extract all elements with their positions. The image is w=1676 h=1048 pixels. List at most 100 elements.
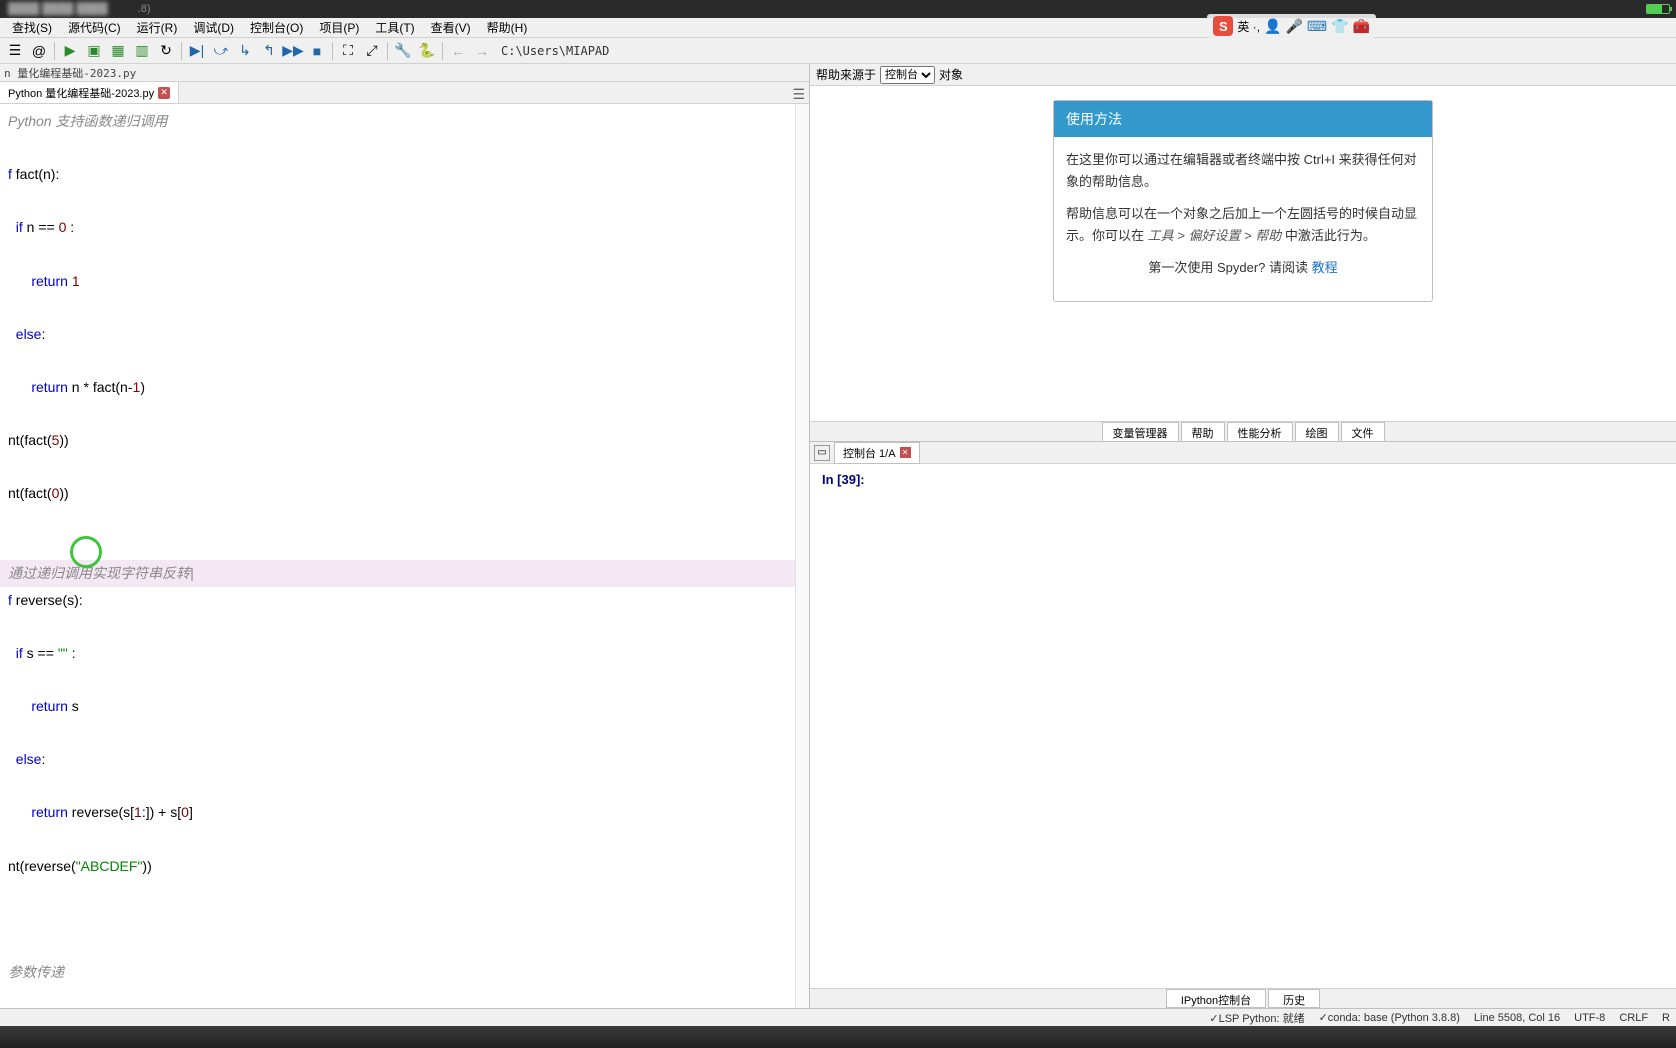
- code-line[interactable]: [0, 906, 809, 933]
- code-line[interactable]: [0, 294, 809, 321]
- code-line[interactable]: [0, 534, 809, 561]
- code-line[interactable]: [0, 454, 809, 481]
- ime-toolbar[interactable]: S 英 ·, 👤 🎤 ⌨ 👕 🧰: [1207, 14, 1376, 38]
- editor-tab[interactable]: Python 量化编程基础-2023.py ✕: [0, 82, 179, 103]
- code-line[interactable]: return n * fact(n-1): [0, 374, 809, 401]
- help-card-title: 使用方法: [1054, 101, 1432, 137]
- menu-help[interactable]: 帮助(H): [479, 17, 536, 38]
- back-icon[interactable]: ←: [447, 40, 469, 62]
- run-selection-icon[interactable]: ▥: [131, 40, 153, 62]
- menu-find[interactable]: 查找(S): [4, 17, 60, 38]
- outline-icon[interactable]: ☰: [4, 40, 26, 62]
- code-line[interactable]: [0, 241, 809, 268]
- status-eol[interactable]: CRLF: [1619, 1012, 1648, 1024]
- code-line[interactable]: if s == "" :: [0, 640, 809, 667]
- code-line[interactable]: 参数传递: [0, 959, 809, 986]
- code-line[interactable]: else:: [0, 321, 809, 348]
- menu-project[interactable]: 项目(P): [311, 17, 367, 38]
- code-line[interactable]: nt(fact(5)): [0, 427, 809, 454]
- code-editor[interactable]: Python 支持函数递归调用 f fact(n): if n == 0 : r…: [0, 104, 809, 1008]
- code-line[interactable]: f reverse(s):: [0, 587, 809, 614]
- code-line[interactable]: [0, 613, 809, 640]
- code-line[interactable]: [0, 347, 809, 374]
- code-line[interactable]: 通过递归调用实现字符串反转|: [0, 560, 809, 587]
- code-line[interactable]: [0, 135, 809, 162]
- editor-pane: n 量化编程基础-2023.py Python 量化编程基础-2023.py ✕…: [0, 64, 810, 1008]
- menu-view[interactable]: 查看(V): [423, 17, 479, 38]
- console-tab[interactable]: 控制台 1/A ✕: [834, 442, 920, 464]
- status-encoding[interactable]: UTF-8: [1574, 1012, 1605, 1024]
- tab-files[interactable]: 文件: [1341, 422, 1385, 441]
- continue-icon[interactable]: ▶▶: [282, 40, 304, 62]
- console-browse-icon[interactable]: ▭: [814, 445, 830, 461]
- run-cell-advance-icon[interactable]: ▦: [107, 40, 129, 62]
- menu-console[interactable]: 控制台(O): [242, 17, 311, 38]
- fullscreen-icon[interactable]: ⤢: [361, 40, 383, 62]
- tab-help[interactable]: 帮助: [1181, 422, 1225, 441]
- code-line[interactable]: [0, 879, 809, 906]
- mic-icon[interactable]: 🎤: [1285, 18, 1302, 35]
- code-line[interactable]: [0, 720, 809, 747]
- run-icon[interactable]: ▶: [59, 40, 81, 62]
- user-icon[interactable]: 👤: [1264, 18, 1281, 35]
- tutorial-link[interactable]: 教程: [1312, 260, 1338, 275]
- code-line[interactable]: else:: [0, 746, 809, 773]
- menu-tools[interactable]: 工具(T): [367, 17, 422, 38]
- step-out-icon[interactable]: ↰: [258, 40, 280, 62]
- preferences-icon[interactable]: 🔧: [392, 40, 414, 62]
- title-blur: ████ ████ ████: [8, 3, 108, 15]
- menu-debug[interactable]: 调试(D): [185, 17, 242, 38]
- debug-icon[interactable]: ▶|: [186, 40, 208, 62]
- toolbox-icon[interactable]: 🧰: [1353, 18, 1370, 35]
- status-rw[interactable]: R: [1662, 1012, 1670, 1024]
- help-p2: 帮助信息可以在一个对象之后加上一个左圆括号的时候自动显示。你可以在 工具 > 偏…: [1066, 203, 1420, 247]
- code-line[interactable]: return s: [0, 693, 809, 720]
- maximize-icon[interactable]: ⛶: [337, 40, 359, 62]
- step-in-icon[interactable]: ↳: [234, 40, 256, 62]
- tab-history[interactable]: 历史: [1268, 989, 1320, 1008]
- code-line[interactable]: nt(reverse("ABCDEF")): [0, 853, 809, 880]
- tab-menu-icon[interactable]: ☰: [792, 86, 805, 103]
- run-cell-icon[interactable]: ▣: [83, 40, 105, 62]
- tab-plots[interactable]: 绘图: [1295, 422, 1339, 441]
- code-line[interactable]: nt(fact(0)): [0, 480, 809, 507]
- code-line[interactable]: [0, 986, 809, 1008]
- code-line[interactable]: [0, 401, 809, 428]
- code-line[interactable]: return reverse(s[1:]) + s[0]: [0, 799, 809, 826]
- code-line[interactable]: [0, 507, 809, 534]
- keyboard-icon[interactable]: ⌨: [1307, 18, 1327, 35]
- skin-icon[interactable]: 👕: [1331, 18, 1348, 35]
- code-line[interactable]: [0, 932, 809, 959]
- code-line[interactable]: [0, 826, 809, 853]
- stop-debug-icon[interactable]: ■: [306, 40, 328, 62]
- ime-lang[interactable]: 英 ·,: [1237, 18, 1260, 35]
- code-line[interactable]: [0, 666, 809, 693]
- menu-run[interactable]: 运行(R): [129, 17, 186, 38]
- status-cursor[interactable]: Line 5508, Col 16: [1474, 1012, 1560, 1024]
- tab-variables[interactable]: 变量管理器: [1102, 422, 1179, 441]
- code-line[interactable]: f fact(n):: [0, 161, 809, 188]
- code-line[interactable]: [0, 773, 809, 800]
- code-line[interactable]: [0, 188, 809, 215]
- tab-ipython[interactable]: IPython控制台: [1166, 989, 1266, 1008]
- code-line[interactable]: Python 支持函数递归调用: [0, 108, 809, 135]
- code-line[interactable]: return 1: [0, 268, 809, 295]
- status-conda[interactable]: ✓conda: base (Python 3.8.8): [1319, 1011, 1460, 1024]
- close-icon[interactable]: ✕: [158, 87, 170, 99]
- at-icon[interactable]: @: [28, 40, 50, 62]
- tab-profiler[interactable]: 性能分析: [1227, 422, 1293, 441]
- help-source-select[interactable]: 控制台: [880, 66, 935, 84]
- status-lsp[interactable]: ✓LSP Python: 就绪: [1209, 1010, 1304, 1026]
- working-dir[interactable]: C:\Users\MIAPAD: [501, 44, 609, 58]
- console-body[interactable]: In [39]:: [810, 464, 1676, 988]
- editor-scrollbar[interactable]: [795, 104, 809, 1008]
- close-icon[interactable]: ✕: [900, 447, 911, 458]
- code-line[interactable]: if n == 0 :: [0, 214, 809, 241]
- python-path-icon[interactable]: 🐍: [416, 40, 438, 62]
- os-taskbar[interactable]: [0, 1026, 1676, 1048]
- rerun-icon[interactable]: ↻: [155, 40, 177, 62]
- step-over-icon[interactable]: ⤻: [210, 40, 232, 62]
- sogou-icon[interactable]: S: [1213, 16, 1233, 36]
- forward-icon[interactable]: →: [471, 40, 493, 62]
- menu-source[interactable]: 源代码(C): [60, 17, 129, 38]
